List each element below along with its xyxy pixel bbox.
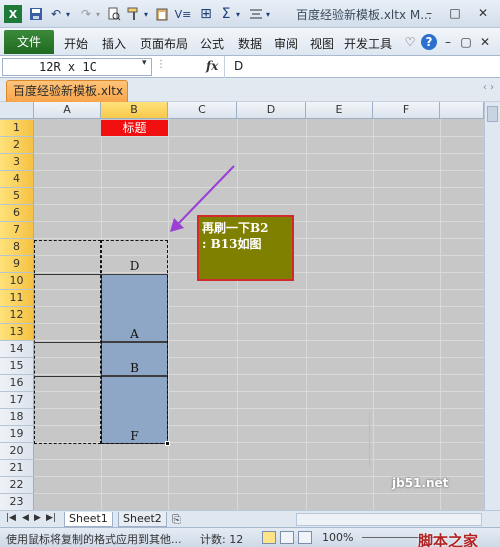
tab-formulas[interactable]: 公式 [200,35,224,52]
print-preview-icon[interactable] [106,5,122,23]
format-painter-dropdown-icon[interactable]: ▾ [142,5,150,23]
redo-icon[interactable]: ↷ [78,5,94,23]
undo-dropdown-icon[interactable]: ▾ [64,5,72,23]
document-tab[interactable]: 百度经验新模板.xltx [6,80,128,102]
formula-bar-grip-icon: ⋮ [156,59,166,70]
ribbon-minimize-icon[interactable]: – [440,34,456,50]
sheet-tab-1[interactable]: Sheet1 [64,512,113,527]
decorative-line [369,412,370,466]
excel-window: X ↶ ▾ ↷ ▾ ▾ V≡ ⊞ Σ ▾ ▾ 百度经验新模板.xltx M...… [0,0,500,547]
status-bar: 使用鼠标将复制的格式应用到其他... 计数: 12 100% 脚本之家 [0,527,500,547]
name-box-dropdown-icon[interactable]: ▾ [142,58,147,68]
name-box[interactable]: 12R x 1C [2,58,152,76]
title-bar: X ↶ ▾ ↷ ▾ ▾ V≡ ⊞ Σ ▾ ▾ 百度经验新模板.xltx M...… [0,0,500,28]
file-tab[interactable]: 文件 [4,30,54,54]
watermark-brand: 脚本之家 [418,532,479,547]
minimize-icon[interactable]: – [420,4,438,22]
tab-developer[interactable]: 开发工具 [344,35,392,52]
ribbon-close-icon[interactable]: ✕ [477,34,493,50]
filter-icon[interactable]: V≡ [174,5,192,23]
ribbon-tabs: 文件 开始 插入 页面布局 公式 数据 审阅 视图 开发工具 ♡ ? – ▢ ✕ [0,28,500,56]
redo-dropdown-icon[interactable]: ▾ [94,5,102,23]
tab-view[interactable]: 视图 [310,35,334,52]
insert-function-icon[interactable]: fx [206,59,218,73]
document-tab-strip: 百度经验新模板.xltx ‹ › [0,78,500,102]
vertical-scrollbar[interactable] [484,102,500,510]
first-sheet-icon[interactable]: |◀ [6,513,16,523]
heart-icon[interactable]: ♡ [402,34,418,50]
borders-icon[interactable]: ⊞ [198,5,214,23]
tab-insert[interactable]: 插入 [102,35,126,52]
autosum-icon[interactable]: Σ [218,5,234,23]
formula-divider [224,56,225,78]
document-nav-icon[interactable]: ‹ › [483,82,494,93]
callout-line-1: 再刷一下B2 [202,221,269,235]
customize-toolbar-icon[interactable]: ▾ [264,5,272,23]
status-message: 使用鼠标将复制的格式应用到其他... [6,533,182,546]
tab-page-layout[interactable]: 页面布局 [140,35,188,52]
vertical-scroll-thumb[interactable] [487,106,498,122]
tab-review[interactable]: 审阅 [274,35,298,52]
help-icon[interactable]: ? [421,34,437,50]
ribbon-restore-icon[interactable]: ▢ [458,34,474,50]
horizontal-scrollbar[interactable] [296,513,482,526]
insert-sheet-icon[interactable]: ⎘ [172,513,181,527]
prev-sheet-icon[interactable]: ◀ [22,513,29,523]
normal-view-icon[interactable] [262,531,276,544]
format-painter-icon[interactable] [126,5,142,23]
worksheet-grid[interactable]: A B C D E F 1 2 3 4 5 6 7 8 9 10 11 12 13 14 15 16 17 18 1… [0,102,484,510]
status-count: 计数: 12 [200,533,244,546]
tab-home[interactable]: 开始 [64,35,88,52]
zoom-level[interactable]: 100% [322,531,353,544]
annotation-callout: 再刷一下B2 : B13如图 [197,215,294,281]
callout-line-2: : B13如图 [202,237,262,251]
formula-bar: 12R x 1C ▾ ⋮ fx D [0,56,500,78]
next-sheet-icon[interactable]: ▶ [34,513,41,523]
maximize-icon[interactable]: □ [446,4,464,22]
align-icon[interactable] [248,5,264,23]
sheet-tab-bar: |◀ ◀ ▶ ▶| Sheet1 Sheet2 ⎘ [0,510,500,527]
formula-input[interactable]: D [234,59,243,73]
watermark-domain: jb51.net [392,476,449,490]
last-sheet-icon[interactable]: ▶| [46,513,56,523]
save-icon[interactable] [28,5,44,23]
undo-icon[interactable]: ↶ [48,5,64,23]
excel-icon[interactable]: X [4,5,22,23]
callout-arrow-icon [170,165,235,232]
window-title: 百度经验新模板.xltx M... [296,8,432,22]
tab-data[interactable]: 数据 [238,35,262,52]
page-layout-view-icon[interactable] [280,531,294,544]
autosum-dropdown-icon[interactable]: ▾ [234,5,242,23]
page-break-view-icon[interactable] [298,531,312,544]
paste-icon[interactable] [154,5,170,23]
close-icon[interactable]: ✕ [474,4,492,22]
sheet-tab-2[interactable]: Sheet2 [118,512,167,527]
